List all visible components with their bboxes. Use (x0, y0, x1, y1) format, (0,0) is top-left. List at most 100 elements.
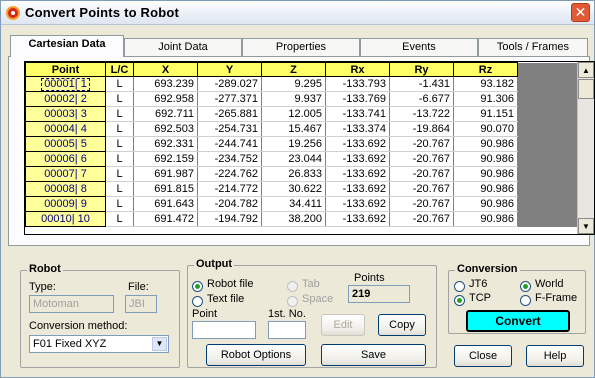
grid-cell-y[interactable]: -204.782 (197, 196, 262, 212)
point-id-cell[interactable]: 00005| 5 (25, 136, 106, 152)
grid-cell-ry[interactable]: -20.767 (389, 211, 454, 227)
grid-cell-ry[interactable]: -20.767 (389, 151, 454, 167)
point-id-cell[interactable]: 00007| 7 (25, 166, 106, 182)
robot-options-button[interactable]: Robot Options (206, 344, 306, 366)
scroll-up-arrow-icon[interactable]: ▲ (578, 62, 594, 78)
grid-cell-z[interactable]: 15.467 (261, 121, 326, 137)
chevron-down-icon[interactable]: ▼ (152, 337, 167, 351)
grid-cell-rz[interactable]: 90.986 (453, 181, 518, 197)
grid-cell-rz[interactable]: 90.986 (453, 211, 518, 227)
table-row[interactable]: 00006| 6 L 692.159 -234.752 23.044 -133.692 -2… (25, 151, 580, 167)
grid-cell-lc[interactable]: L (105, 211, 134, 227)
first-no-input[interactable] (268, 321, 306, 339)
grid-cell-ry[interactable]: -20.767 (389, 181, 454, 197)
grid-cell-lc[interactable]: L (105, 76, 134, 92)
table-row[interactable]: 00010| 10 L 691.472 -194.792 38.200 -133.692-… (25, 211, 580, 227)
grid-cell-z[interactable]: 9.295 (261, 76, 326, 92)
grid-cell-ry[interactable]: -6.677 (389, 91, 454, 107)
grid-cell-rx[interactable]: -133.692 (325, 211, 390, 227)
grid-cell-lc[interactable]: L (105, 91, 134, 107)
grid-cell-rx[interactable]: -133.692 (325, 196, 390, 212)
table-row[interactable]: 00003| 3 L 692.711 -265.881 12.005 -133.741 -1… (25, 106, 580, 122)
world-radio[interactable] (520, 281, 531, 292)
grid-cell-x[interactable]: 693.239 (133, 76, 198, 92)
grid-cell-y[interactable]: -277.371 (197, 91, 262, 107)
point-id-cell[interactable]: 00006| 6 (25, 151, 106, 167)
point-input[interactable] (192, 321, 256, 339)
table-row[interactable]: 00004| 4 L 692.503 -254.731 15.467 -133.374 -1… (25, 121, 580, 137)
grid-cell-rx[interactable]: -133.741 (325, 106, 390, 122)
close-button[interactable]: Close (454, 345, 512, 367)
space-radio[interactable] (287, 296, 298, 307)
help-button[interactable]: Help (526, 345, 584, 367)
grid-cell-rz[interactable]: 90.986 (453, 166, 518, 182)
table-row[interactable]: 00008| 8 L 691.815 -214.772 30.622 -133.692 -2… (25, 181, 580, 197)
grid-cell-x[interactable]: 692.958 (133, 91, 198, 107)
point-id-cell[interactable]: 00001| 1 (25, 76, 106, 92)
col-header-x[interactable]: X (133, 62, 198, 77)
tab-cartesian-data[interactable]: Cartesian Data (10, 35, 124, 57)
grid-cell-y[interactable]: -289.027 (197, 76, 262, 92)
grid-cell-lc[interactable]: L (105, 106, 134, 122)
grid-cell-z[interactable]: 38.200 (261, 211, 326, 227)
grid-cell-rz[interactable]: 90.986 (453, 151, 518, 167)
table-row[interactable]: 00005| 5 L 692.331 -244.741 19.256 -133.692 -2… (25, 136, 580, 152)
robot-file-radio[interactable] (192, 281, 203, 292)
grid-vertical-scrollbar[interactable]: ▲ ▼ (577, 62, 594, 234)
grid-cell-rx[interactable]: -133.374 (325, 121, 390, 137)
grid-cell-ry[interactable]: -20.767 (389, 196, 454, 212)
point-id-cell[interactable]: 00004| 4 (25, 121, 106, 137)
grid-cell-ry[interactable]: -19.864 (389, 121, 454, 137)
grid-cell-x[interactable]: 691.987 (133, 166, 198, 182)
grid-cell-rx[interactable]: -133.692 (325, 151, 390, 167)
grid-cell-y[interactable]: -214.772 (197, 181, 262, 197)
grid-cell-x[interactable]: 691.815 (133, 181, 198, 197)
point-id-cell[interactable]: 00008| 8 (25, 181, 106, 197)
grid-cell-rz[interactable]: 91.306 (453, 91, 518, 107)
grid-cell-y[interactable]: -224.762 (197, 166, 262, 182)
grid-cell-rx[interactable]: -133.692 (325, 136, 390, 152)
grid-cell-ry[interactable]: -20.767 (389, 166, 454, 182)
grid-cell-rx[interactable]: -133.692 (325, 166, 390, 182)
edit-button[interactable]: Edit (321, 314, 365, 336)
grid-cell-lc[interactable]: L (105, 196, 134, 212)
close-window-button[interactable]: ✕ (571, 3, 590, 22)
grid-cell-z[interactable]: 19.256 (261, 136, 326, 152)
grid-cell-rz[interactable]: 93.182 (453, 76, 518, 92)
grid-cell-z[interactable]: 12.005 (261, 106, 326, 122)
tab-joint-data[interactable]: Joint Data (124, 38, 242, 56)
grid-cell-y[interactable]: -194.792 (197, 211, 262, 227)
grid-cell-rx[interactable]: -133.692 (325, 181, 390, 197)
scroll-down-arrow-icon[interactable]: ▼ (578, 218, 594, 234)
grid-cell-y[interactable]: -234.752 (197, 151, 262, 167)
grid-cell-x[interactable]: 692.711 (133, 106, 198, 122)
tcp-radio[interactable] (454, 295, 465, 306)
table-row[interactable]: 00002| 2 L 692.958 -277.371 9.937 -133.769 -6.… (25, 91, 580, 107)
convert-button[interactable]: Convert (466, 310, 570, 332)
grid-cell-rz[interactable]: 91.151 (453, 106, 518, 122)
grid-cell-x[interactable]: 692.159 (133, 151, 198, 167)
grid-cell-ry[interactable]: -20.767 (389, 136, 454, 152)
grid-cell-rz[interactable]: 90.986 (453, 136, 518, 152)
grid-cell-x[interactable]: 691.643 (133, 196, 198, 212)
grid-cell-rx[interactable]: -133.793 (325, 76, 390, 92)
col-header-rz[interactable]: Rz (453, 62, 518, 77)
copy-button[interactable]: Copy (378, 314, 426, 336)
grid-cell-ry[interactable]: -1.431 (389, 76, 454, 92)
table-row[interactable]: 00009| 9 L 691.643 -204.782 34.411 -133.692 -2… (25, 196, 580, 212)
col-header-z[interactable]: Z (261, 62, 326, 77)
save-button[interactable]: Save (321, 344, 426, 366)
jt6-radio[interactable] (454, 281, 465, 292)
point-id-cell[interactable]: 00002| 2 (25, 91, 106, 107)
col-header-y[interactable]: Y (197, 62, 262, 77)
table-row[interactable]: 00007| 7 L 691.987 -224.762 26.833 -133.692 -2… (25, 166, 580, 182)
points-grid[interactable]: Point L/C X Y Z Rx Ry Rz 00001| 1 L 693.23… (24, 61, 595, 235)
grid-cell-x[interactable]: 691.472 (133, 211, 198, 227)
grid-cell-z[interactable]: 23.044 (261, 151, 326, 167)
grid-cell-rx[interactable]: -133.769 (325, 91, 390, 107)
grid-cell-rz[interactable]: 90.986 (453, 196, 518, 212)
grid-cell-lc[interactable]: L (105, 151, 134, 167)
grid-cell-z[interactable]: 34.411 (261, 196, 326, 212)
grid-cell-z[interactable]: 30.622 (261, 181, 326, 197)
point-id-cell[interactable]: 00010| 10 (25, 211, 106, 227)
